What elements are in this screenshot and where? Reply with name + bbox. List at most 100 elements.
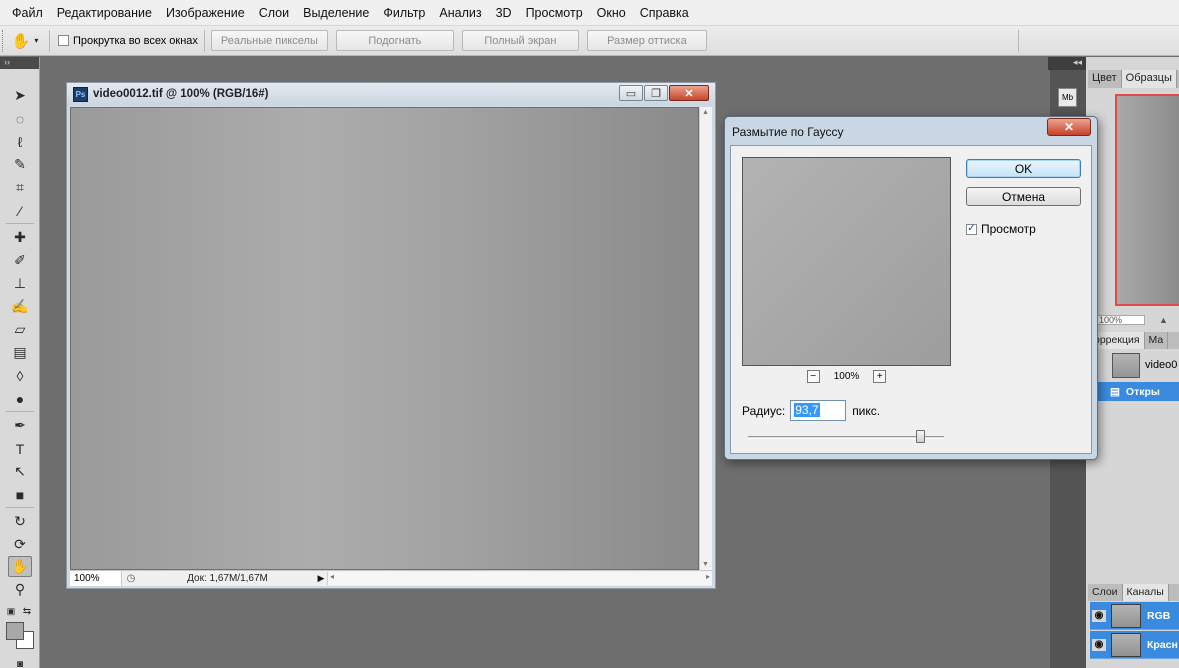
eyedropper-icon[interactable]: ⁄ [8, 200, 32, 221]
healing-brush-icon[interactable]: ✚ [8, 227, 32, 248]
pen-icon[interactable]: ✒ [8, 415, 32, 436]
menu-3d[interactable]: 3D [489, 0, 519, 26]
divider [6, 411, 34, 412]
eye-icon[interactable]: ◉ [1092, 638, 1106, 651]
brush-icon[interactable]: ✐ [8, 250, 32, 271]
panel-collapse-button[interactable]: ◂◂ [1048, 57, 1086, 70]
quick-selection-icon[interactable]: ✎ [8, 154, 32, 175]
ok-button[interactable]: OK [966, 159, 1081, 178]
scroll-all-windows-label: Прокрутка во всех окнах [73, 34, 198, 47]
crop-icon[interactable]: ⌗ [8, 177, 32, 198]
divider [6, 507, 34, 508]
document-titlebar[interactable]: Ps video0012.tif @ 100% (RGB/16#) ▭ ❐ ✕ [67, 83, 715, 105]
zoom-icon[interactable]: ⚲ [8, 579, 32, 600]
gradient-icon[interactable]: ▤ [8, 342, 32, 363]
menu-file[interactable]: Файл [5, 0, 50, 26]
scroll-down-icon[interactable]: ▼ [702, 561, 709, 568]
horizontal-scrollbar[interactable]: ◂ ▸ [327, 572, 712, 585]
history-state-label: Откры [1125, 385, 1160, 398]
foreground-color-swatch[interactable] [6, 622, 24, 640]
cancel-button[interactable]: Отмена [966, 187, 1081, 206]
minimize-icon[interactable]: ▭ [619, 85, 643, 101]
tab-channels[interactable]: Каналы [1122, 584, 1169, 601]
dodge-icon[interactable]: ● [8, 388, 32, 409]
hand-icon[interactable]: ✋ ▾ [7, 29, 43, 53]
radius-slider-track[interactable] [748, 436, 944, 439]
eye-icon[interactable]: ◉ [1092, 609, 1106, 622]
fit-screen-button[interactable]: Подогнать [335, 30, 454, 51]
mountain-small-icon[interactable]: ▲ [1159, 315, 1168, 325]
path-selection-icon[interactable]: ↖ [8, 461, 32, 482]
blur-icon[interactable]: ◊ [8, 365, 32, 386]
rectangle-icon[interactable]: ■ [8, 484, 32, 505]
default-colors-icon[interactable]: ▣ [4, 601, 18, 622]
vertical-scrollbar[interactable]: ▲ ▼ [699, 107, 712, 570]
menu-view[interactable]: Просмотр [519, 0, 590, 26]
menu-window[interactable]: Окно [590, 0, 633, 26]
swap-colors-icon[interactable]: ⇆ [20, 601, 34, 622]
radius-input[interactable]: 93,7 [790, 400, 847, 421]
preview-checkbox[interactable]: ✓ Просмотр [966, 222, 1036, 236]
preview-zoom-level: 100% [833, 371, 860, 382]
divider [49, 29, 50, 52]
menu-select[interactable]: Выделение [296, 0, 376, 26]
restore-icon[interactable]: ❐ [644, 85, 668, 101]
print-size-button[interactable]: Размер оттиска [586, 30, 707, 51]
close-icon[interactable]: ✕ [669, 85, 709, 101]
actual-pixels-button[interactable]: Реальные пикселы [210, 30, 328, 51]
history-state-selected[interactable]: ▤ Откры [1096, 382, 1179, 401]
options-bar: ✋ ▾ Прокрутка во всех окнах Реальные пикс… [0, 26, 1179, 56]
scroll-right-icon[interactable]: ▸ [706, 572, 710, 581]
navigator-preview[interactable] [1115, 94, 1179, 306]
scroll-left-icon[interactable]: ◂ [330, 572, 334, 581]
checkmark-icon[interactable]: ✓ [966, 223, 977, 235]
tab-color[interactable]: Цвет [1088, 70, 1122, 88]
menu-help[interactable]: Справка [633, 0, 696, 26]
tab-adjustments[interactable]: оррекция [1090, 332, 1145, 349]
photoshop-app-icon: Ps [73, 86, 88, 102]
full-screen-button[interactable]: Полный экран [461, 30, 579, 51]
scroll-up-icon[interactable]: ▲ [702, 109, 709, 116]
eraser-icon[interactable]: ▱ [8, 319, 32, 340]
status-menu-arrow-icon[interactable]: ▶ [315, 573, 327, 584]
menu-image[interactable]: Изображение [159, 0, 252, 26]
quick-mask-icon[interactable]: ◙ [8, 654, 32, 668]
menu-layers[interactable]: Слои [252, 0, 296, 26]
history-brush-icon[interactable]: ✍ [8, 296, 32, 317]
radius-value: 93,7 [794, 403, 820, 417]
lasso-icon[interactable]: ℓ [8, 131, 32, 152]
channel-name: RGB [1147, 609, 1171, 622]
scroll-all-windows-checkbox[interactable]: Прокрутка во всех окнах [58, 35, 198, 47]
tab-swatches[interactable]: Образцы [1121, 70, 1177, 88]
3d-rotate-icon[interactable]: ↻ [8, 511, 32, 532]
zoom-level-field[interactable]: 100% [70, 571, 122, 586]
ellipse-marquee-icon[interactable]: ◌ [8, 108, 32, 129]
checkbox-box[interactable] [58, 35, 69, 46]
image-canvas[interactable] [70, 107, 699, 570]
tab-layers[interactable]: Слои [1088, 584, 1123, 601]
close-icon[interactable]: ✕ [1047, 118, 1091, 136]
color-panel-tabs: Цвет Образцы [1088, 70, 1179, 88]
3d-orbit-icon[interactable]: ⟳ [8, 534, 32, 555]
status-info-icon[interactable]: ◷ [122, 573, 140, 584]
zoom-out-button[interactable]: − [806, 370, 820, 383]
menu-filter[interactable]: Фильтр [376, 0, 432, 26]
tab-masks[interactable]: Ма [1145, 332, 1169, 349]
zoom-in-button[interactable]: + [873, 370, 887, 383]
navigator-zoom-input[interactable]: 100% [1097, 315, 1145, 325]
chevron-down-icon[interactable]: ▾ [34, 36, 38, 45]
radius-slider-thumb[interactable] [915, 430, 925, 443]
history-snapshot[interactable]: video0 [1096, 350, 1179, 380]
mini-bridge-icon[interactable]: Mb [1058, 88, 1077, 107]
tools-panel: ›› ➤ ◌ ℓ ✎ ⌗ ⁄ ✚ ✐ ⊥ ✍ ▱ ▤ ◊ ● ✒ T ↖ ■ ↻… [0, 57, 40, 668]
filter-preview[interactable] [742, 157, 951, 366]
move-icon[interactable]: ➤ [8, 85, 32, 106]
type-icon[interactable]: T [8, 438, 32, 459]
channel-row[interactable]: ◉ RGB [1090, 602, 1179, 630]
tools-panel-header[interactable]: ›› [0, 57, 39, 69]
menu-analysis[interactable]: Анализ [432, 0, 488, 26]
clone-stamp-icon[interactable]: ⊥ [8, 273, 32, 294]
menu-edit[interactable]: Редактирование [50, 0, 159, 26]
channel-row[interactable]: ◉ Красн [1090, 631, 1179, 659]
hand-icon[interactable]: ✋ [8, 556, 32, 577]
